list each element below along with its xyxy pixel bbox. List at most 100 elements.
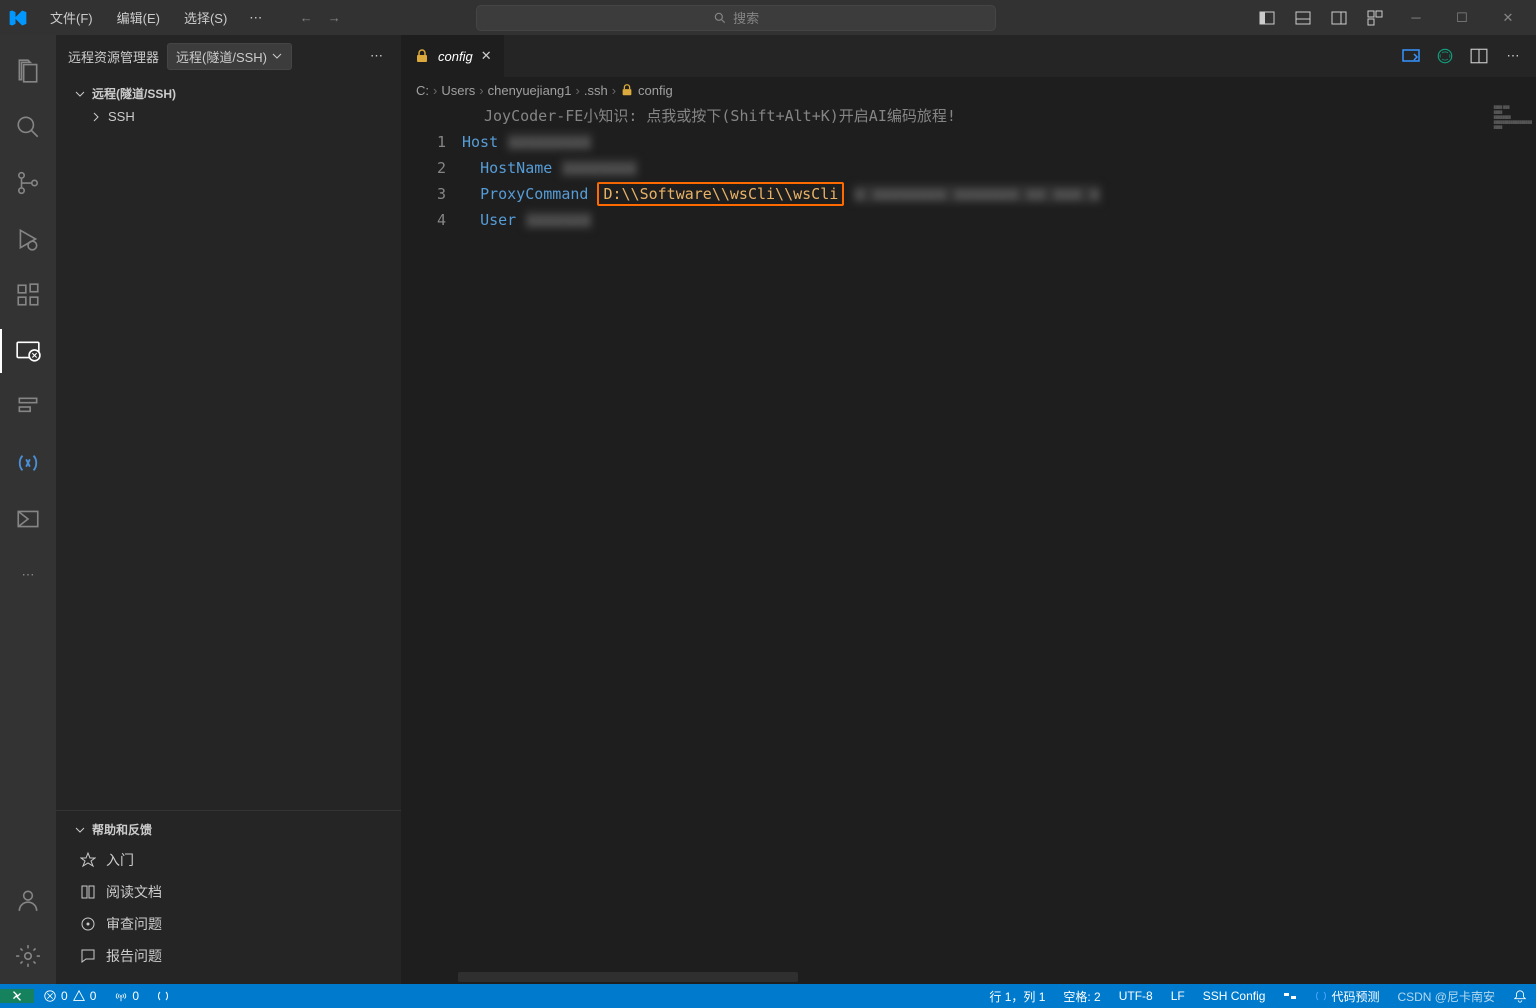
radio-tower-icon [114,989,128,1003]
status-layout-icon[interactable] [1274,989,1306,1003]
tab-config[interactable]: config ✕ [402,35,505,77]
status-ports[interactable]: 0 [105,989,148,1003]
comment-icon [80,948,96,964]
help-item-label: 审查问题 [106,914,162,934]
status-notifications[interactable] [1504,989,1536,1003]
help-section: 帮助和反馈 入门 阅读文档 审查问题 报告问题 [56,810,401,984]
breadcrumb-part[interactable]: config [638,83,673,98]
sidebar-header: 远程资源管理器 远程(隧道/SSH) ⋯ [56,35,401,77]
tree-section-remote[interactable]: 远程(隧道/SSH) [56,81,401,106]
help-item-label: 阅读文档 [106,882,162,902]
search-placeholder: 搜索 [733,8,759,27]
command-center-search[interactable]: 搜索 [476,5,996,31]
layout-customize-icon[interactable] [1360,5,1390,31]
help-item-report-issue[interactable]: 报告问题 [56,940,401,972]
editor-tabs: config ✕ ⋯ [402,35,1536,77]
editor-zone: config ✕ ⋯ C:› Users› chenyuejiang1› .ss… [402,35,1536,984]
sidebar: 远程资源管理器 远程(隧道/SSH) ⋯ 远程(隧道/SSH) SSH 帮助和反… [56,35,402,984]
vscode-logo-icon [8,8,28,28]
window-close[interactable]: ✕ [1488,3,1528,33]
bell-icon [1513,989,1527,1003]
issues-icon [80,916,96,932]
code-editor[interactable]: 1234 JoyCoder-FE小知识: 点我或按下(Shift+Alt+K)开… [402,103,1536,984]
window-maximize[interactable]: ☐ [1442,3,1482,33]
redacted-value: xxxxxxxxx [507,133,592,151]
activity-bar: ⋯ [0,35,56,984]
horizontal-scrollbar[interactable] [458,972,798,982]
breadcrumb-part[interactable]: Users [441,83,475,98]
joycoder-icon[interactable] [0,435,56,491]
search-icon [713,11,727,25]
remote-type-dropdown[interactable]: 远程(隧道/SSH) [167,43,292,70]
remote-icon [10,989,24,1003]
sidebar-more[interactable]: ⋯ [364,46,389,66]
breadcrumb[interactable]: C:› Users› chenyuejiang1› .ssh› config [402,77,1536,103]
search-icon[interactable] [0,99,56,155]
split-editor-icon[interactable] [1468,45,1490,67]
remote-explorer-icon[interactable] [0,323,56,379]
status-joycoder[interactable] [148,990,178,1002]
help-item-getting-started[interactable]: 入门 [56,844,401,876]
close-icon[interactable]: ✕ [481,48,492,64]
explorer-icon[interactable] [0,43,56,99]
lock-icon [414,48,430,64]
help-item-label: 报告问题 [106,946,162,966]
editor-hint[interactable]: JoyCoder-FE小知识: 点我或按下(Shift+Alt+K)开启AI编码… [462,103,1536,129]
breadcrumb-part[interactable]: .ssh [584,83,608,98]
chevron-right-icon [90,111,102,123]
remote-indicator[interactable] [0,989,34,1003]
help-header[interactable]: 帮助和反馈 [56,815,401,844]
menu-edit[interactable]: 编辑(E) [107,4,170,31]
layout-panel-bottom-icon[interactable] [1288,5,1318,31]
redacted-value: xxxxxxx [525,211,592,229]
terminal-panel-icon[interactable] [0,491,56,547]
status-encoding[interactable]: UTF-8 [1110,989,1162,1003]
menu-select[interactable]: 选择(S) [174,4,237,31]
nav-back-icon[interactable]: ← [294,6,318,30]
remote-tree: 远程(隧道/SSH) SSH [56,77,401,810]
breadcrumb-part[interactable]: C: [416,83,429,98]
minimap[interactable]: ████ ███████████████████████████████████… [1436,103,1536,984]
redacted-value: x xxxxxxxx xxxxxxx xx xxx x [853,185,1101,203]
breadcrumb-part[interactable]: chenyuejiang1 [488,83,572,98]
chevron-down-icon [74,824,86,836]
status-cursor-position[interactable]: 行 1，列 1 [980,988,1054,1005]
line-numbers: 1234 [402,103,462,984]
run-debug-icon[interactable] [0,211,56,267]
menu-overflow[interactable]: ⋯ [241,6,270,30]
more-activities-icon[interactable]: ⋯ [0,547,56,603]
joycoder-small-icon [157,990,169,1002]
redacted-value: xxxxxxxx [561,159,637,177]
status-indentation[interactable]: 空格: 2 [1054,988,1109,1005]
layout-panel-right-icon[interactable] [1324,5,1354,31]
settings-gear-icon[interactable] [0,928,56,984]
accounts-icon[interactable] [0,872,56,928]
menu-file[interactable]: 文件(F) [40,4,103,31]
nav-forward-icon[interactable]: → [322,6,346,30]
todo-icon[interactable] [0,379,56,435]
open-remote-icon[interactable] [1400,45,1422,67]
highlighted-path: D:\\Software\\wsCli\\wsCli [597,182,844,206]
keyword: Host [462,133,498,151]
window-minimize[interactable]: ─ [1396,3,1436,33]
title-bar: 文件(F) 编辑(E) 选择(S) ⋯ ← → 搜索 ─ ☐ ✕ [0,0,1536,35]
extensions-icon[interactable] [0,267,56,323]
joycoder-small-icon [1315,990,1327,1002]
lock-icon [620,83,634,97]
keyword: ProxyCommand [480,185,588,203]
code-content[interactable]: JoyCoder-FE小知识: 点我或按下(Shift+Alt+K)开启AI编码… [462,103,1536,984]
help-item-label: 入门 [106,850,134,870]
source-control-icon[interactable] [0,155,56,211]
copilot-icon[interactable] [1434,45,1456,67]
more-actions-icon[interactable]: ⋯ [1502,45,1524,67]
status-language[interactable]: SSH Config [1194,989,1275,1003]
layout-panel-left-icon[interactable] [1252,5,1282,31]
help-item-docs[interactable]: 阅读文档 [56,876,401,908]
status-problems[interactable]: 0 0 [34,989,105,1003]
status-bar: 0 0 0 行 1，列 1 空格: 2 UTF-8 LF SSH Config … [0,984,1536,1008]
status-code-predict[interactable]: 代码预测 [1306,988,1388,1005]
status-watermark: CSDN @尼卡南安 [1388,988,1504,1005]
help-item-review-issues[interactable]: 审查问题 [56,908,401,940]
tree-item-ssh[interactable]: SSH [56,106,401,127]
status-eol[interactable]: LF [1162,989,1194,1003]
